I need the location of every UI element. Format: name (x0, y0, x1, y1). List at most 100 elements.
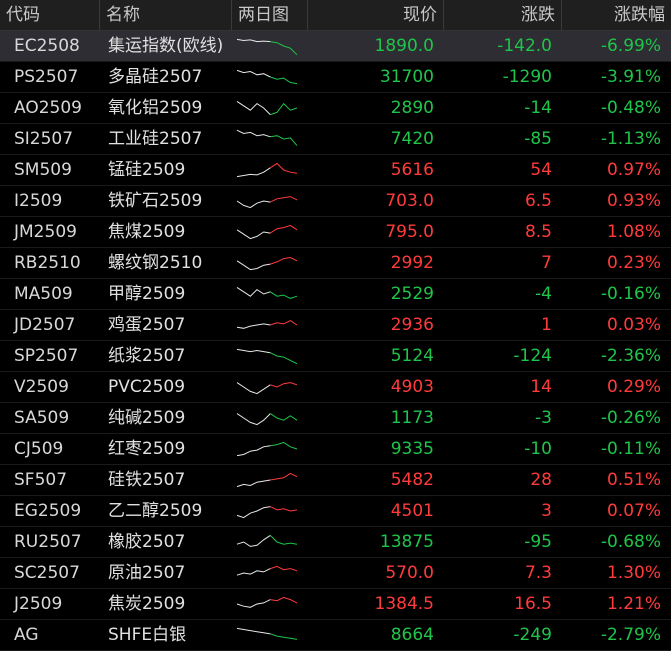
table-row[interactable]: MA509 甲醇2509 2529 -4 -0.16% (0, 279, 671, 310)
row-pct: -6.99% (600, 36, 661, 56)
row-code: EG2509 (14, 501, 82, 521)
sparkline-chart (236, 162, 298, 178)
row-pct: 1.08% (606, 222, 661, 242)
row-name: 多晶硅2507 (108, 67, 203, 87)
row-name: SHFE白银 (108, 625, 187, 645)
row-sparkline (232, 310, 308, 340)
sparkline-day2 (270, 506, 298, 512)
sparkline-day1 (236, 129, 271, 138)
row-change: 7 (541, 253, 552, 273)
quote-table: 代码 名称 两日图 现价 涨跌 涨跌幅 EC2508 集运指数(欧线) 1890.0… (0, 0, 671, 651)
row-sparkline (232, 372, 308, 402)
sparkline-day1 (236, 568, 271, 576)
row-name: 焦炭2509 (108, 594, 186, 614)
row-change: -4 (535, 284, 552, 304)
sparkline-day1 (236, 627, 271, 635)
row-code: MA509 (14, 284, 73, 304)
row-change: -3 (535, 408, 552, 428)
table-row[interactable]: SI2507 工业硅2507 7420 -85 -1.13% (0, 124, 671, 155)
table-row[interactable]: CJ509 红枣2509 9335 -10 -0.11% (0, 434, 671, 465)
row-sparkline (232, 341, 308, 371)
row-change: -14 (524, 98, 552, 118)
sparkline-chart (236, 565, 298, 576)
table-row[interactable]: V2509 PVC2509 4903 14 0.29% (0, 372, 671, 403)
sparkline-day1 (236, 260, 271, 271)
sparkline-chart (236, 413, 298, 426)
sparkline-day2 (270, 352, 298, 365)
sparkline-day1 (236, 69, 271, 78)
table-row[interactable]: EG2509 乙二醇2509 4501 3 0.07% (0, 496, 671, 527)
row-code: SC2507 (14, 563, 80, 583)
sparkline-day2 (270, 162, 298, 174)
row-change: 16.5 (514, 594, 552, 614)
row-pct: -1.13% (600, 129, 661, 149)
table-row[interactable]: SM509 锰硅2509 5616 54 0.97% (0, 155, 671, 186)
table-row[interactable]: AG SHFE白银 8664 -249 -2.79% (0, 620, 671, 651)
sparkline-day1 (236, 599, 271, 608)
table-row[interactable]: JD2507 鸡蛋2507 2936 1 0.03% (0, 310, 671, 341)
sparkline-day2 (270, 256, 298, 265)
row-sparkline (232, 527, 308, 557)
table-row[interactable]: SA509 纯碱2509 1173 -3 -0.26% (0, 403, 671, 434)
table-row[interactable]: I2509 铁矿石2509 703.0 6.5 0.93% (0, 186, 671, 217)
row-code: JD2507 (14, 315, 76, 335)
sparkline-day1 (236, 534, 271, 547)
sparkline-day2 (270, 41, 298, 56)
row-name: 硅铁2507 (108, 470, 186, 490)
row-name: 螺纹钢2510 (108, 253, 203, 273)
row-price: 5482 (390, 470, 434, 490)
row-sparkline (232, 434, 308, 464)
sparkline-chart (236, 472, 298, 488)
row-sparkline (232, 465, 308, 495)
header-name[interactable]: 名称 (100, 0, 232, 30)
table-row[interactable]: AO2509 氧化铝2509 2890 -14 -0.48% (0, 93, 671, 124)
table-row[interactable]: RU2507 橡胶2507 13875 -95 -0.68% (0, 527, 671, 558)
sparkline-day2 (270, 102, 298, 116)
row-code: SI2507 (14, 129, 74, 149)
row-price: 4903 (390, 377, 434, 397)
row-pct: 0.03% (606, 315, 661, 335)
sparkline-chart (236, 441, 298, 457)
row-change: -10 (524, 439, 552, 459)
header-chart[interactable]: 两日图 (232, 0, 308, 30)
row-change: 54 (530, 160, 552, 180)
row-change: 8.5 (524, 222, 552, 242)
row-code: JM2509 (14, 222, 77, 242)
row-pct: 1.30% (606, 563, 661, 583)
row-price: 9335 (390, 439, 434, 459)
sparkline-day1 (236, 348, 271, 354)
table-body: EC2508 集运指数(欧线) 1890.0 -142.0 -6.99% PS2507 多晶… (0, 31, 671, 651)
row-price: 4501 (390, 501, 434, 521)
header-pct[interactable]: 涨跌幅 (562, 0, 671, 30)
row-sparkline (232, 496, 308, 526)
sparkline-day1 (236, 413, 271, 426)
row-price: 13875 (379, 532, 434, 552)
row-price: 5616 (390, 160, 434, 180)
row-name: 集运指数(欧线) (108, 36, 224, 56)
table-row[interactable]: J2509 焦炭2509 1384.5 16.5 1.21% (0, 589, 671, 620)
header-code[interactable]: 代码 (0, 0, 100, 30)
row-pct: 0.23% (606, 253, 661, 273)
header-price[interactable]: 现价 (308, 0, 444, 30)
sparkline-day2 (270, 633, 298, 640)
row-name: 工业硅2507 (108, 129, 203, 149)
table-row[interactable]: RB2510 螺纹钢2510 2992 7 0.23% (0, 248, 671, 279)
table-row[interactable]: JM2509 焦煤2509 795.0 8.5 1.08% (0, 217, 671, 248)
row-price: 1173 (390, 408, 434, 428)
row-name: 焦煤2509 (108, 222, 186, 242)
table-row[interactable]: EC2508 集运指数(欧线) 1890.0 -142.0 -6.99% (0, 31, 671, 62)
table-row[interactable]: SP2507 纸浆2507 5124 -124 -2.36% (0, 341, 671, 372)
sparkline-chart (236, 100, 298, 116)
row-pct: 0.51% (606, 470, 661, 490)
row-code: I2509 (14, 191, 63, 211)
row-price: 5124 (390, 346, 434, 366)
row-pct: -0.26% (600, 408, 661, 428)
table-row[interactable]: PS2507 多晶硅2507 31700 -1290 -3.91% (0, 62, 671, 93)
sparkline-day1 (236, 286, 271, 297)
sparkline-chart (236, 129, 298, 146)
header-change[interactable]: 涨跌 (444, 0, 562, 30)
row-sparkline (232, 186, 308, 216)
row-name: 铁矿石2509 (108, 191, 203, 211)
table-row[interactable]: SC2507 原油2507 570.0 7.3 1.30% (0, 558, 671, 589)
table-row[interactable]: SF507 硅铁2507 5482 28 0.51% (0, 465, 671, 496)
